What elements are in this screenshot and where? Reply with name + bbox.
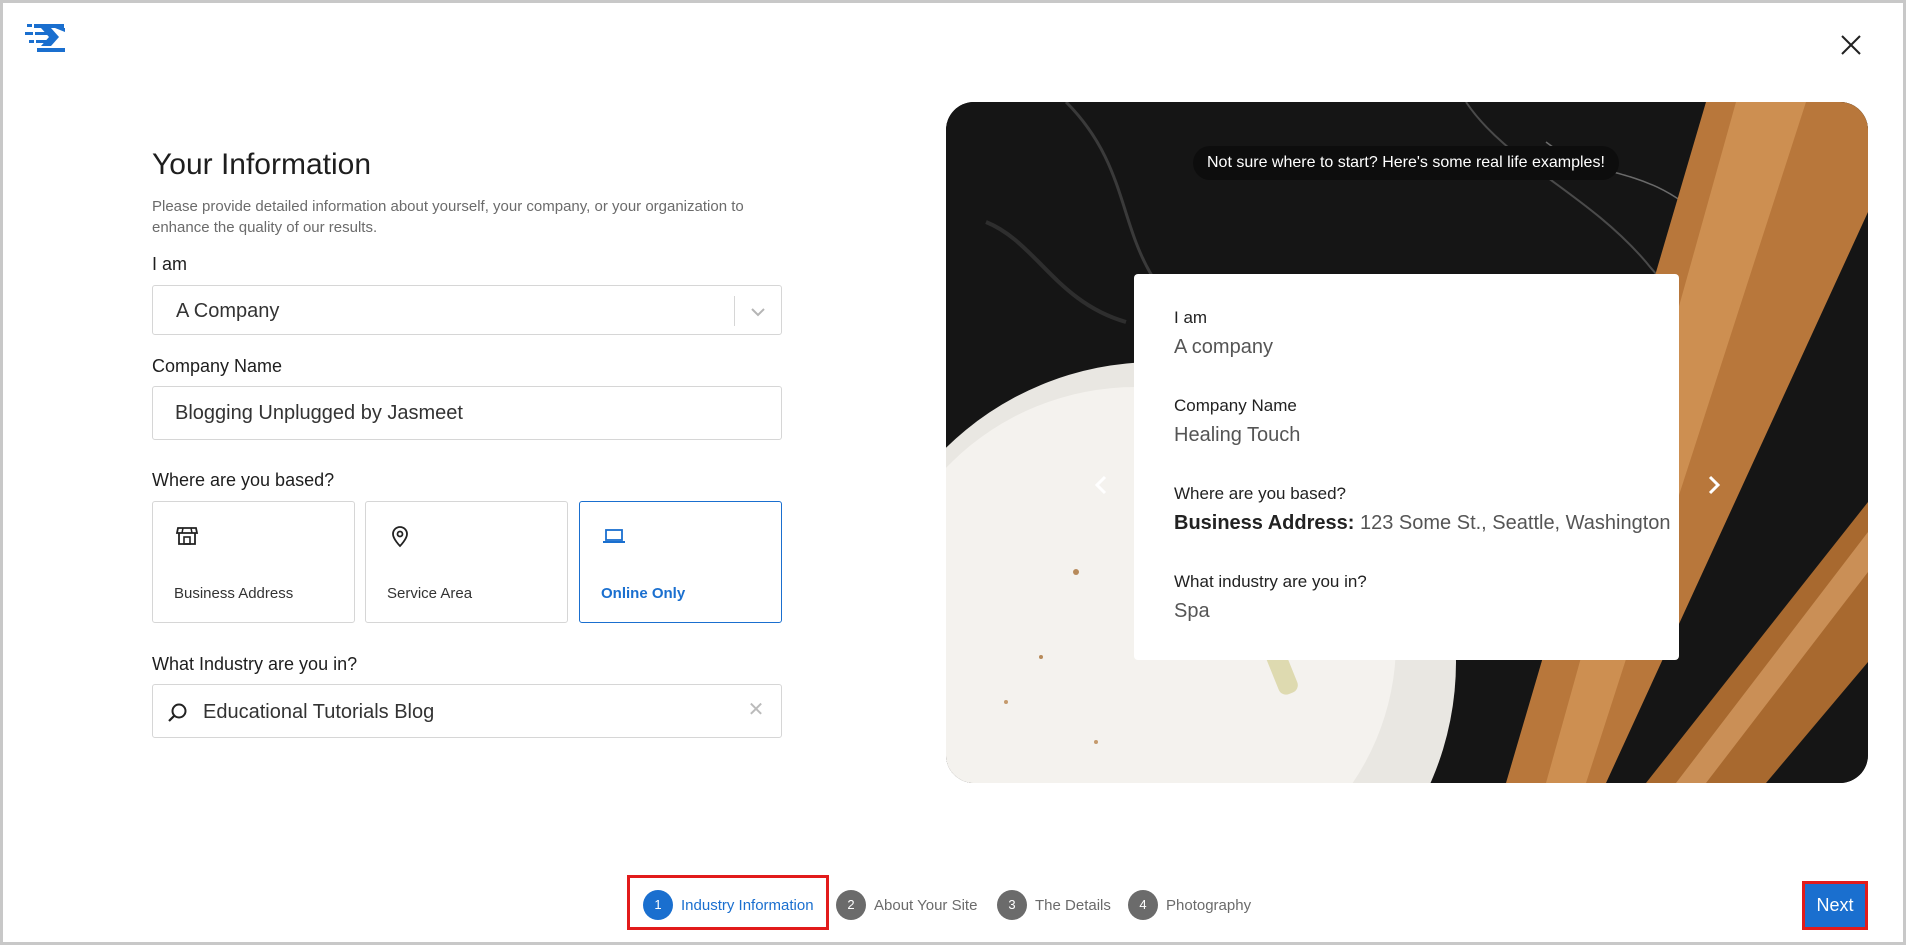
search-icon — [168, 703, 187, 722]
kadence-logo-icon — [25, 24, 65, 52]
example-based-address: 123 Some St., Seattle, Washington — [1360, 512, 1671, 534]
examples-tip: Not sure where to start? Here's some rea… — [1193, 146, 1619, 180]
select-separator — [734, 296, 735, 326]
chevron-right-icon[interactable] — [1698, 470, 1728, 500]
business-address-label: Business Address — [174, 585, 294, 602]
business-address-option[interactable]: Business Address — [152, 501, 355, 623]
step-label: Photography — [1166, 896, 1252, 914]
information-form: Your Information Please provide detailed… — [152, 148, 782, 238]
service-area-option[interactable]: Service Area — [365, 501, 568, 623]
example-industry-label: What industry are you in? — [1174, 572, 1367, 591]
example-card: I am A company Company Name Healing Touc… — [1134, 274, 1679, 660]
example-based-value: Business Address: 123 Some St., Seattle,… — [1174, 512, 1671, 535]
industry-search-input[interactable]: Educational Tutorials Blog ✕ — [152, 684, 782, 738]
company-name-label: Company Name — [152, 356, 283, 376]
step-number: 1 — [643, 890, 673, 920]
example-company-label: Company Name — [1174, 396, 1297, 415]
based-label: Where are you based? — [152, 470, 335, 490]
i-am-label: I am — [152, 254, 188, 274]
next-button[interactable]: Next — [1802, 881, 1868, 930]
online-only-label: Online Only — [601, 585, 686, 602]
chevron-left-icon[interactable] — [1087, 470, 1117, 500]
example-i-am-label: I am — [1174, 308, 1208, 327]
page-title: Your Information — [152, 148, 372, 181]
step-about-your-site[interactable]: 2 About Your Site — [836, 890, 977, 920]
company-name-input[interactable]: Blogging Unplugged by Jasmeet — [152, 386, 782, 440]
i-am-value: A Company — [176, 300, 280, 322]
page-description: Please provide detailed information abou… — [152, 198, 744, 236]
step-number: 2 — [836, 890, 866, 920]
example-company-value: Healing Touch — [1174, 424, 1301, 446]
step-number: 3 — [997, 890, 1027, 920]
step-label: About Your Site — [874, 896, 978, 914]
example-based-prefix: Business Address: — [1174, 512, 1355, 534]
step-photography[interactable]: 4 Photography — [1128, 890, 1251, 920]
laptop-icon — [603, 529, 625, 543]
step-industry-information[interactable]: 1 Industry Information — [643, 890, 814, 920]
example-industry-value: Spa — [1174, 600, 1210, 622]
close-icon[interactable] — [1836, 30, 1866, 60]
step-label: The Details — [1035, 896, 1111, 914]
service-area-label: Service Area — [387, 585, 473, 602]
industry-value: Educational Tutorials Blog — [203, 701, 435, 723]
clear-icon[interactable]: ✕ — [745, 699, 767, 721]
step-number: 4 — [1128, 890, 1158, 920]
online-only-option[interactable]: Online Only — [579, 501, 782, 623]
step-the-details[interactable]: 3 The Details — [997, 890, 1111, 920]
chevron-down-icon[interactable] — [748, 302, 768, 322]
i-am-select[interactable]: A Company — [152, 285, 782, 335]
example-based-label: Where are you based? — [1174, 484, 1346, 503]
map-pin-icon — [392, 526, 408, 548]
example-i-am-value: A company — [1174, 336, 1273, 358]
step-label: Industry Information — [681, 896, 814, 914]
industry-label: What Industry are you in? — [152, 654, 358, 674]
storefront-icon — [175, 527, 199, 545]
